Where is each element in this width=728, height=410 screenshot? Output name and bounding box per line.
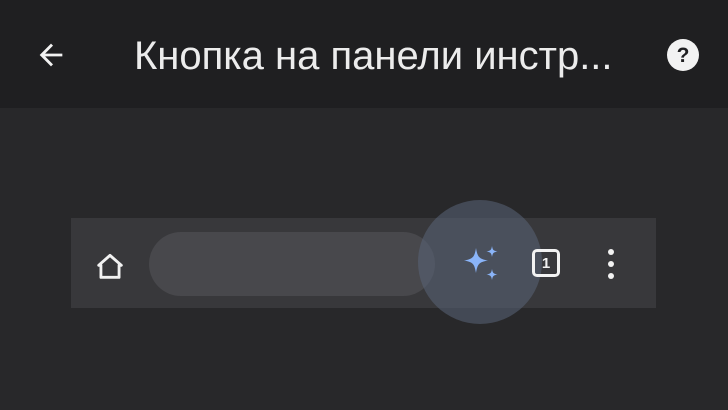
back-button[interactable] xyxy=(26,30,76,80)
help-circle-icon: ? xyxy=(667,39,699,71)
sparkle-icon xyxy=(464,246,498,280)
address-bar xyxy=(149,232,435,296)
menu-dot xyxy=(608,273,614,279)
home-button xyxy=(90,246,130,286)
menu-dot xyxy=(608,261,614,267)
arrow-left-icon xyxy=(39,43,63,67)
svg-text:?: ? xyxy=(677,44,690,67)
menu-dot xyxy=(608,249,614,255)
tab-switcher-button: 1 xyxy=(532,249,560,277)
shortcut-button xyxy=(458,242,504,288)
app-bar: Кнопка на панели инстр... ? xyxy=(0,0,728,108)
more-vert-icon xyxy=(598,246,624,282)
page-title: Кнопка на панели инстр... xyxy=(134,34,613,78)
help-button[interactable]: ? xyxy=(662,34,704,76)
home-icon xyxy=(97,253,123,279)
